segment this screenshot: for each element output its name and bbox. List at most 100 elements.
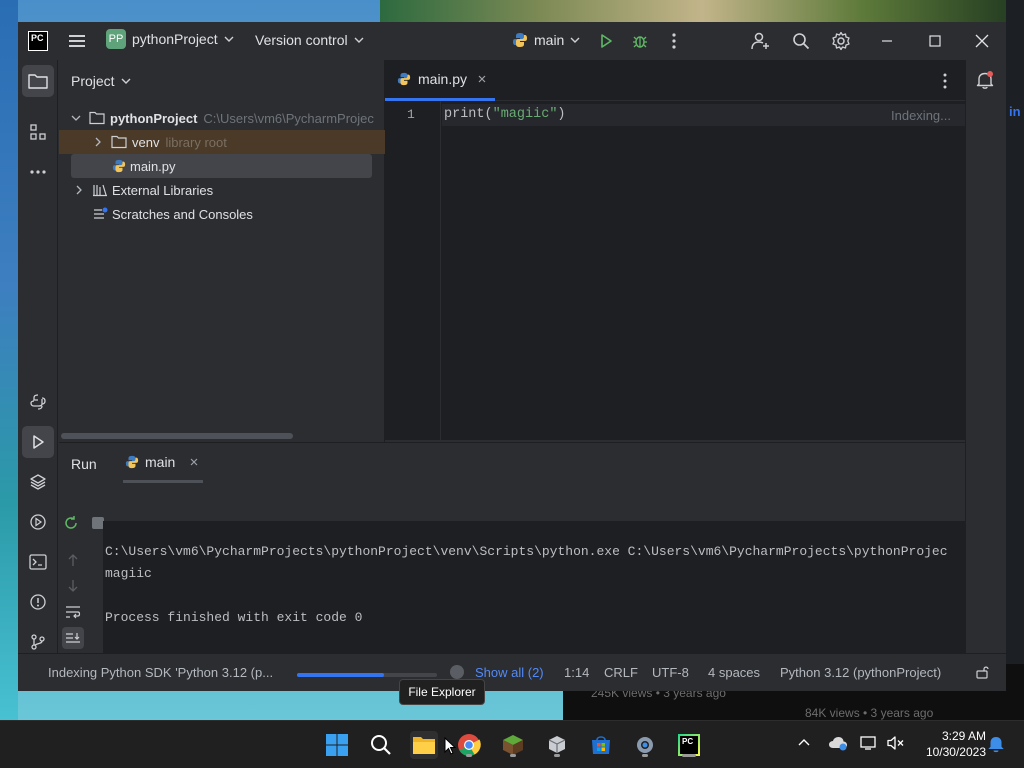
minimize-icon <box>882 40 892 42</box>
run-tab-label: main <box>145 453 176 470</box>
settings-button[interactable] <box>829 29 853 53</box>
file-lock-button[interactable] <box>975 665 989 679</box>
terminal-tool-button[interactable] <box>22 546 54 578</box>
more-actions-button[interactable] <box>662 29 686 53</box>
close-icon[interactable] <box>477 74 487 84</box>
code-line-1[interactable]: print("magiic") <box>444 107 566 122</box>
main-menu-button[interactable] <box>65 29 89 53</box>
editor-tab-options-button[interactable] <box>943 73 947 89</box>
settings-taskbar-button[interactable] <box>631 731 659 759</box>
chrome-taskbar-button[interactable] <box>455 731 483 759</box>
desktop-wallpaper-top <box>380 0 1024 22</box>
soft-wrap-icon <box>66 606 81 619</box>
clock[interactable]: 3:29 AM 10/30/2023 <box>914 728 986 760</box>
rerun-icon <box>65 516 77 529</box>
project-panel-header[interactable]: Project <box>71 73 132 89</box>
run-console-output[interactable]: C:\Users\vm6\PycharmProjects\pythonProje… <box>103 521 965 682</box>
file-explorer-taskbar-button[interactable] <box>410 731 438 759</box>
more-tool-windows-button[interactable] <box>22 156 54 188</box>
clock-date: 10/30/2023 <box>925 745 986 759</box>
tree-item-external-libraries[interactable]: External Libraries <box>74 178 374 202</box>
chevron-right-icon <box>76 185 82 195</box>
python-packages-tool-button[interactable] <box>22 386 54 418</box>
pause-indexing-button[interactable] <box>450 665 464 679</box>
version-control-menu[interactable]: Version control <box>255 32 365 48</box>
notifications-button[interactable] <box>975 70 999 94</box>
taskbar-search-button[interactable] <box>367 731 395 759</box>
editor-tab-main-py[interactable]: main.py <box>385 60 495 101</box>
caret-position[interactable]: 1:14 <box>564 665 589 680</box>
file-encoding[interactable]: UTF-8 <box>652 665 689 680</box>
minimize-button[interactable] <box>875 29 899 53</box>
pycharm-logo: PC <box>678 734 700 756</box>
pycharm-taskbar-button[interactable]: PC <box>675 731 703 759</box>
indexing-progress-fill <box>297 673 384 677</box>
run-button[interactable] <box>594 29 618 53</box>
show-hidden-icons-button[interactable] <box>797 737 811 747</box>
background-browser-text: in <box>1009 104 1021 119</box>
close-icon[interactable] <box>189 457 199 467</box>
gear-icon <box>637 737 653 753</box>
version-control-label: Version control <box>255 32 348 48</box>
services-icon <box>30 514 46 530</box>
project-tool-button[interactable] <box>22 65 54 97</box>
tree-item-scratches[interactable]: Scratches and Consoles <box>92 202 382 226</box>
debug-button[interactable] <box>628 29 652 53</box>
close-window-button[interactable] <box>970 29 994 53</box>
virtual-machine-taskbar-button[interactable] <box>543 731 571 759</box>
file-explorer-icon <box>413 737 435 754</box>
status-bar: Indexing Python SDK 'Python 3.12 (p... S… <box>18 653 1006 691</box>
tree-item-project-root[interactable]: pythonProject C:\Users\vm6\PycharmProjec <box>71 106 385 130</box>
bell-icon <box>988 736 1004 753</box>
tree-item-main-py[interactable]: main.py <box>71 154 372 178</box>
soft-wrap-button[interactable] <box>65 605 81 619</box>
run-tool-button[interactable] <box>22 426 54 458</box>
structure-tool-button[interactable] <box>22 116 54 148</box>
python-file-icon <box>397 72 411 86</box>
boxes-icon <box>548 736 566 753</box>
show-all-processes-link[interactable]: Show all (2) <box>475 665 544 680</box>
project-horizontal-scrollbar[interactable] <box>61 433 293 439</box>
code-with-me-button[interactable] <box>749 29 773 53</box>
video-views-text: 84K views • 3 years ago <box>805 706 934 720</box>
tree-item-venv[interactable]: venv library root <box>59 130 385 154</box>
python-icon <box>513 33 527 47</box>
run-config-selector[interactable]: main <box>512 32 581 48</box>
indexing-status[interactable]: Indexing Python SDK 'Python 3.12 (p... <box>48 665 273 680</box>
onedrive-tray-icon[interactable] <box>828 735 848 751</box>
project-badge: PP <box>106 29 126 49</box>
tree-item-hint: library root <box>165 134 227 150</box>
volume-tray-icon[interactable] <box>886 735 904 751</box>
structure-icon <box>30 124 46 140</box>
microsoft-store-taskbar-button[interactable] <box>587 731 615 759</box>
maximize-button[interactable] <box>923 29 947 53</box>
tree-item-label: Scratches and Consoles <box>112 206 253 222</box>
scroll-to-end-button[interactable] <box>62 627 84 649</box>
scroll-up-button[interactable] <box>67 553 79 567</box>
python-file-icon <box>112 159 126 173</box>
play-icon <box>33 435 44 449</box>
indent-setting[interactable]: 4 spaces <box>708 665 760 680</box>
pycharm-logo: PC <box>28 31 48 51</box>
console-line: Process finished with exit code 0 <box>105 610 363 625</box>
tree-item-label: pythonProject <box>110 110 198 126</box>
network-tray-icon[interactable] <box>860 735 878 751</box>
services-tool-button[interactable] <box>22 506 54 538</box>
problems-tool-button[interactable] <box>22 586 54 618</box>
vertical-dots-icon <box>672 33 676 49</box>
project-selector[interactable]: PP pythonProject <box>106 29 235 49</box>
windows-taskbar: PC 3:29 AM 10/30/2023 <box>0 720 1024 768</box>
scroll-down-button[interactable] <box>67 579 79 593</box>
start-button[interactable] <box>323 731 351 759</box>
line-separator[interactable]: CRLF <box>604 665 638 680</box>
maximize-icon <box>929 35 941 47</box>
layers-tool-button[interactable] <box>22 466 54 498</box>
python-interpreter[interactable]: Python 3.12 (pythonProject) <box>780 665 941 680</box>
python-icon <box>125 455 139 468</box>
search-everywhere-button[interactable] <box>789 29 813 53</box>
chevron-down-icon <box>354 37 364 43</box>
rerun-button[interactable] <box>63 515 79 531</box>
notification-center-button[interactable] <box>988 735 1004 753</box>
run-tab-main[interactable]: main <box>123 443 203 483</box>
minecraft-taskbar-button[interactable] <box>499 731 527 759</box>
